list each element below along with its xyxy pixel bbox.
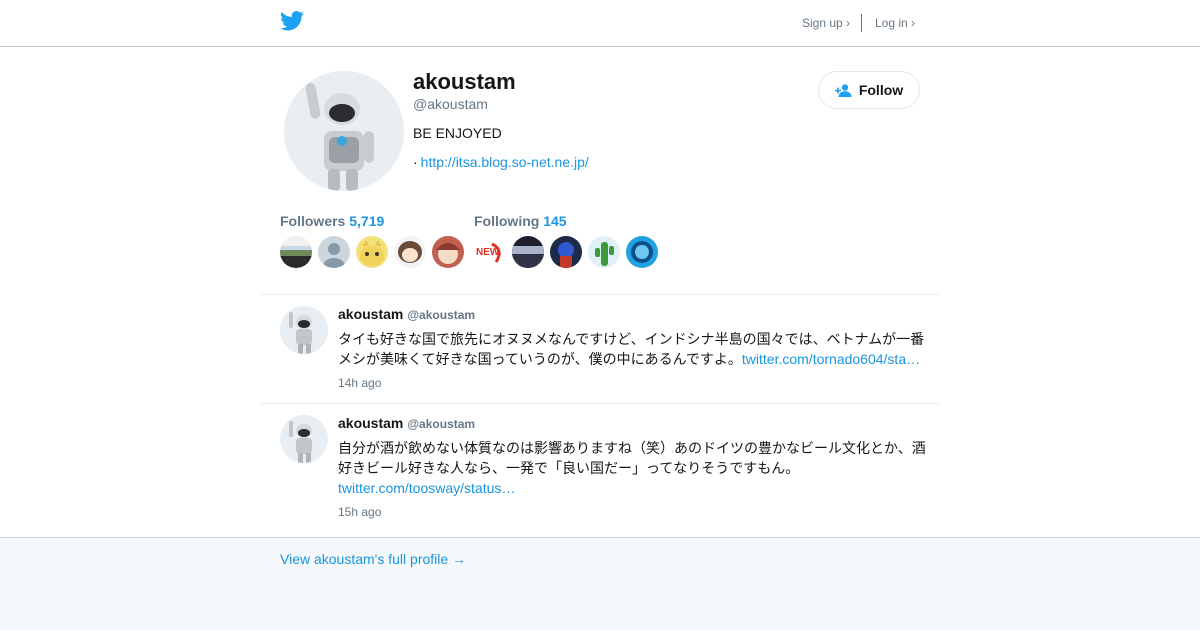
view-full-profile-link[interactable]: View akoustam's full profile → <box>280 551 466 567</box>
sign-up-link[interactable]: Sign up › <box>802 16 850 30</box>
tweet-text: タイも好きな国で旅先にオヌヌメなんですけど、インドシナ半島の国々では、ベトナムが… <box>338 329 930 369</box>
following-avatar[interactable]: NEW <box>474 236 506 268</box>
follow-button[interactable]: Follow <box>818 71 920 109</box>
followers-count: 5,719 <box>349 213 385 229</box>
url-prefix: · <box>413 154 418 170</box>
tweet-timestamp[interactable]: 15h ago <box>338 505 381 519</box>
followers-label: Followers <box>280 213 346 229</box>
followers-stat[interactable]: Followers 5,719 <box>280 213 384 229</box>
follower-avatar[interactable] <box>356 236 388 268</box>
profile-url-line: · http://itsa.blog.so-net.ne.jp/ <box>413 154 589 170</box>
follower-avatar[interactable] <box>280 236 312 268</box>
tweet-author[interactable]: akoustam @akoustam <box>338 306 475 322</box>
following-avatars: NEW <box>474 236 658 268</box>
follower-avatar[interactable] <box>432 236 464 268</box>
nav-separator <box>861 14 862 32</box>
add-user-icon <box>834 83 852 97</box>
tweet-author[interactable]: akoustam @akoustam <box>338 415 475 431</box>
tweet-author-handle: @akoustam <box>407 308 476 322</box>
following-avatar[interactable] <box>626 236 658 268</box>
profile-footer: View akoustam's full profile → <box>0 537 1200 630</box>
tweet-timestamp[interactable]: 14h ago <box>338 376 381 390</box>
profile-url-link[interactable]: http://itsa.blog.so-net.ne.jp/ <box>421 154 589 170</box>
follow-label: Follow <box>858 82 904 98</box>
tweet-avatar[interactable] <box>280 415 328 463</box>
follower-avatar[interactable] <box>318 236 350 268</box>
twitter-bird-icon[interactable] <box>280 11 304 31</box>
profile-name: akoustam <box>413 69 516 94</box>
tweet-link[interactable]: twitter.com/tornado604/sta… <box>742 351 920 367</box>
tweet: akoustam @akoustam 自分が酒が飲めない体質なのは影響ありますね（… <box>260 415 940 525</box>
top-bar: Sign up › Log in › <box>0 0 1200 47</box>
following-avatar[interactable] <box>588 236 620 268</box>
tweet-link[interactable]: twitter.com/toosway/status… <box>338 480 515 496</box>
tweet-divider <box>260 403 940 404</box>
following-label: Following <box>474 213 540 229</box>
profile-bio: BE ENJOYED <box>413 125 502 141</box>
tweet-body: 自分が酒が飲めない体質なのは影響ありますね（笑）あのドイツの豊かなビール文化とか… <box>338 440 926 476</box>
profile-handle: @akoustam <box>413 96 488 112</box>
following-count: 145 <box>543 213 567 229</box>
section-divider <box>260 294 940 295</box>
profile-avatar[interactable] <box>284 71 404 191</box>
followers-avatars <box>280 236 464 268</box>
follower-avatar[interactable] <box>394 236 426 268</box>
following-avatar[interactable] <box>512 236 544 268</box>
log-in-link[interactable]: Log in › <box>875 16 915 30</box>
tweet: akoustam @akoustam タイも好きな国で旅先にオヌヌメなんですけど、… <box>260 306 940 403</box>
tweet-author-handle: @akoustam <box>407 417 476 431</box>
following-avatar[interactable] <box>550 236 582 268</box>
tweet-author-name: akoustam <box>338 415 404 431</box>
tweet-author-name: akoustam <box>338 306 404 322</box>
tweet-text: 自分が酒が飲めない体質なのは影響ありますね（笑）あのドイツの豊かなビール文化とか… <box>338 438 930 498</box>
tweet-avatar[interactable] <box>280 306 328 354</box>
following-stat[interactable]: Following 145 <box>474 213 567 229</box>
